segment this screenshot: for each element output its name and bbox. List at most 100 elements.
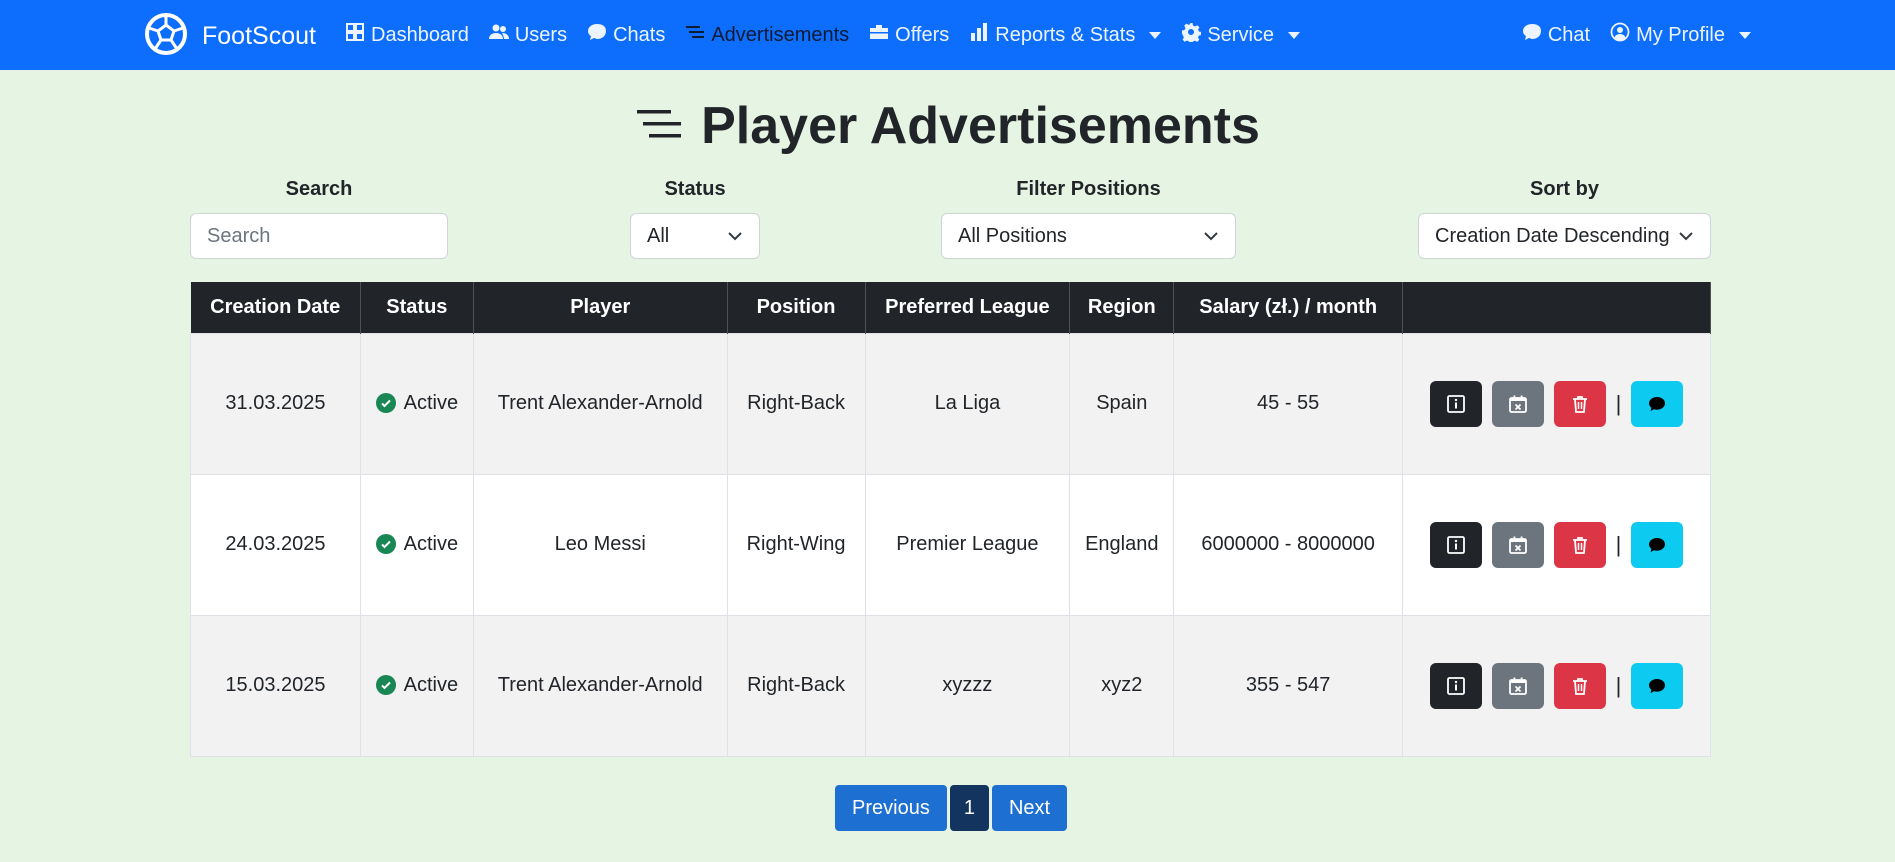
status-filter: Status All (630, 178, 760, 259)
nav-offers[interactable]: Offers (869, 22, 949, 48)
delete-button[interactable] (1553, 380, 1606, 427)
status-label: Status (664, 178, 726, 200)
brand-name: FootScout (202, 22, 316, 50)
brand[interactable]: FootScout (144, 12, 316, 61)
nav-dashboard-label: Dashboard (371, 23, 469, 46)
status-cell: Active (359, 614, 474, 757)
chat-button[interactable] (1631, 380, 1684, 427)
chat-icon (1649, 537, 1666, 552)
table-row: 15.03.2025 Active Trent Alexander-Arnold… (190, 614, 1711, 757)
nav-users-label: Users (514, 23, 568, 46)
chat-icon (587, 22, 607, 48)
chevron-down-icon (1739, 31, 1751, 39)
trash-icon (1572, 677, 1587, 695)
positions-select-value: All Positions (958, 224, 1067, 247)
delete-button[interactable] (1553, 521, 1606, 568)
gear-icon (1181, 22, 1202, 48)
action-separator: | (1615, 531, 1622, 557)
player-cell: Trent Alexander-Arnold (472, 332, 728, 475)
actions-cell: | (1402, 614, 1711, 757)
details-button[interactable] (1429, 662, 1482, 709)
calendar-x-icon (1508, 536, 1527, 554)
previous-page-button[interactable]: Previous (835, 785, 947, 831)
finish-advertisement-button[interactable] (1491, 662, 1544, 709)
chat-button[interactable] (1631, 662, 1684, 709)
column-header-region: Region (1069, 282, 1175, 333)
table-row: 24.03.2025 Active Leo Messi Right-Wing P… (190, 473, 1711, 616)
column-header-status: Status (360, 282, 474, 333)
trash-icon (1572, 395, 1587, 413)
chevron-down-icon (1679, 232, 1693, 241)
soccer-ball-icon (144, 12, 188, 61)
preferred-league-cell: Premier League (864, 473, 1071, 616)
navbar: FootScout Dashboard Users Chats Advertis… (0, 0, 1895, 70)
finish-advertisement-button[interactable] (1491, 521, 1544, 568)
search-filter: Search (190, 178, 448, 259)
status-text: Active (403, 532, 459, 555)
action-separator: | (1615, 390, 1622, 416)
status-select[interactable]: All (630, 213, 760, 259)
nav-service-label: Service (1207, 23, 1275, 46)
advertisements-table: Creation Date Status Player Position Pre… (190, 282, 1711, 757)
nav-chat-label: Chat (1547, 23, 1591, 46)
creation-date-cell: 15.03.2025 (190, 614, 361, 757)
actions-cell: | (1402, 473, 1711, 616)
region-cell: England (1069, 473, 1175, 616)
nav-advertisements-label: Advertisements (711, 23, 850, 46)
nav-reports-stats[interactable]: Reports & Stats (969, 22, 1162, 48)
chat-icon (1522, 22, 1542, 48)
region-cell: Spain (1069, 332, 1175, 475)
salary-cell: 6000000 - 8000000 (1173, 473, 1404, 616)
sort-select[interactable]: Creation Date Descending (1418, 213, 1711, 259)
creation-date-cell: 31.03.2025 (190, 332, 361, 475)
grid-icon (345, 22, 365, 48)
search-field (190, 213, 448, 259)
nav-users[interactable]: Users (488, 22, 568, 48)
sort-select-value: Creation Date Descending (1435, 224, 1670, 247)
search-input[interactable] (207, 224, 431, 248)
column-header-player: Player (473, 282, 728, 333)
nav-chats-label: Chats (613, 23, 666, 46)
next-page-button[interactable]: Next (991, 785, 1068, 831)
page-title: Player Advertisements (701, 97, 1260, 155)
nav-my-profile[interactable]: My Profile (1610, 22, 1751, 48)
chat-button[interactable] (1631, 521, 1684, 568)
nav-reports-stats-label: Reports & Stats (995, 23, 1136, 46)
details-button[interactable] (1429, 380, 1482, 427)
positions-select[interactable]: All Positions (941, 213, 1236, 259)
region-cell: xyz2 (1069, 614, 1175, 757)
pagination: Previous 1 Next (835, 785, 1068, 831)
check-circle-icon (375, 393, 396, 414)
nav-chats[interactable]: Chats (587, 22, 665, 48)
nav-dashboard[interactable]: Dashboard (345, 22, 469, 48)
users-icon (488, 22, 509, 48)
sort-label: Sort by (1530, 178, 1599, 200)
column-header-salary: Salary (zł.) / month (1173, 282, 1404, 333)
sort-filter: Sort by Creation Date Descending (1418, 178, 1711, 259)
nav-chat[interactable]: Chat (1522, 22, 1590, 48)
preferred-league-cell: La Liga (864, 332, 1071, 475)
chevron-down-icon (1204, 232, 1218, 241)
nav-offers-label: Offers (895, 23, 950, 46)
nav-service[interactable]: Service (1181, 22, 1301, 48)
chat-icon (1649, 396, 1666, 411)
position-cell: Right-Back (726, 614, 866, 757)
nav-my-profile-label: My Profile (1636, 23, 1725, 46)
search-label: Search (285, 178, 353, 200)
details-button[interactable] (1429, 521, 1482, 568)
briefcase-icon (869, 22, 889, 48)
nav-advertisements[interactable]: Advertisements (685, 22, 849, 48)
bar-chart-icon (969, 22, 989, 48)
chevron-down-icon (1149, 31, 1162, 39)
finish-advertisement-button[interactable] (1491, 380, 1544, 427)
delete-button[interactable] (1553, 662, 1606, 709)
info-square-icon (1446, 535, 1465, 554)
user-circle-icon (1610, 22, 1630, 48)
page-header: Player Advertisements (0, 96, 1895, 156)
list-icon (635, 98, 687, 155)
current-page-button[interactable]: 1 (949, 785, 989, 831)
calendar-x-icon (1508, 677, 1527, 695)
table-row: 31.03.2025 Active Trent Alexander-Arnold… (190, 332, 1711, 475)
position-cell: Right-Wing (726, 473, 866, 616)
column-header-position: Position (727, 282, 866, 333)
